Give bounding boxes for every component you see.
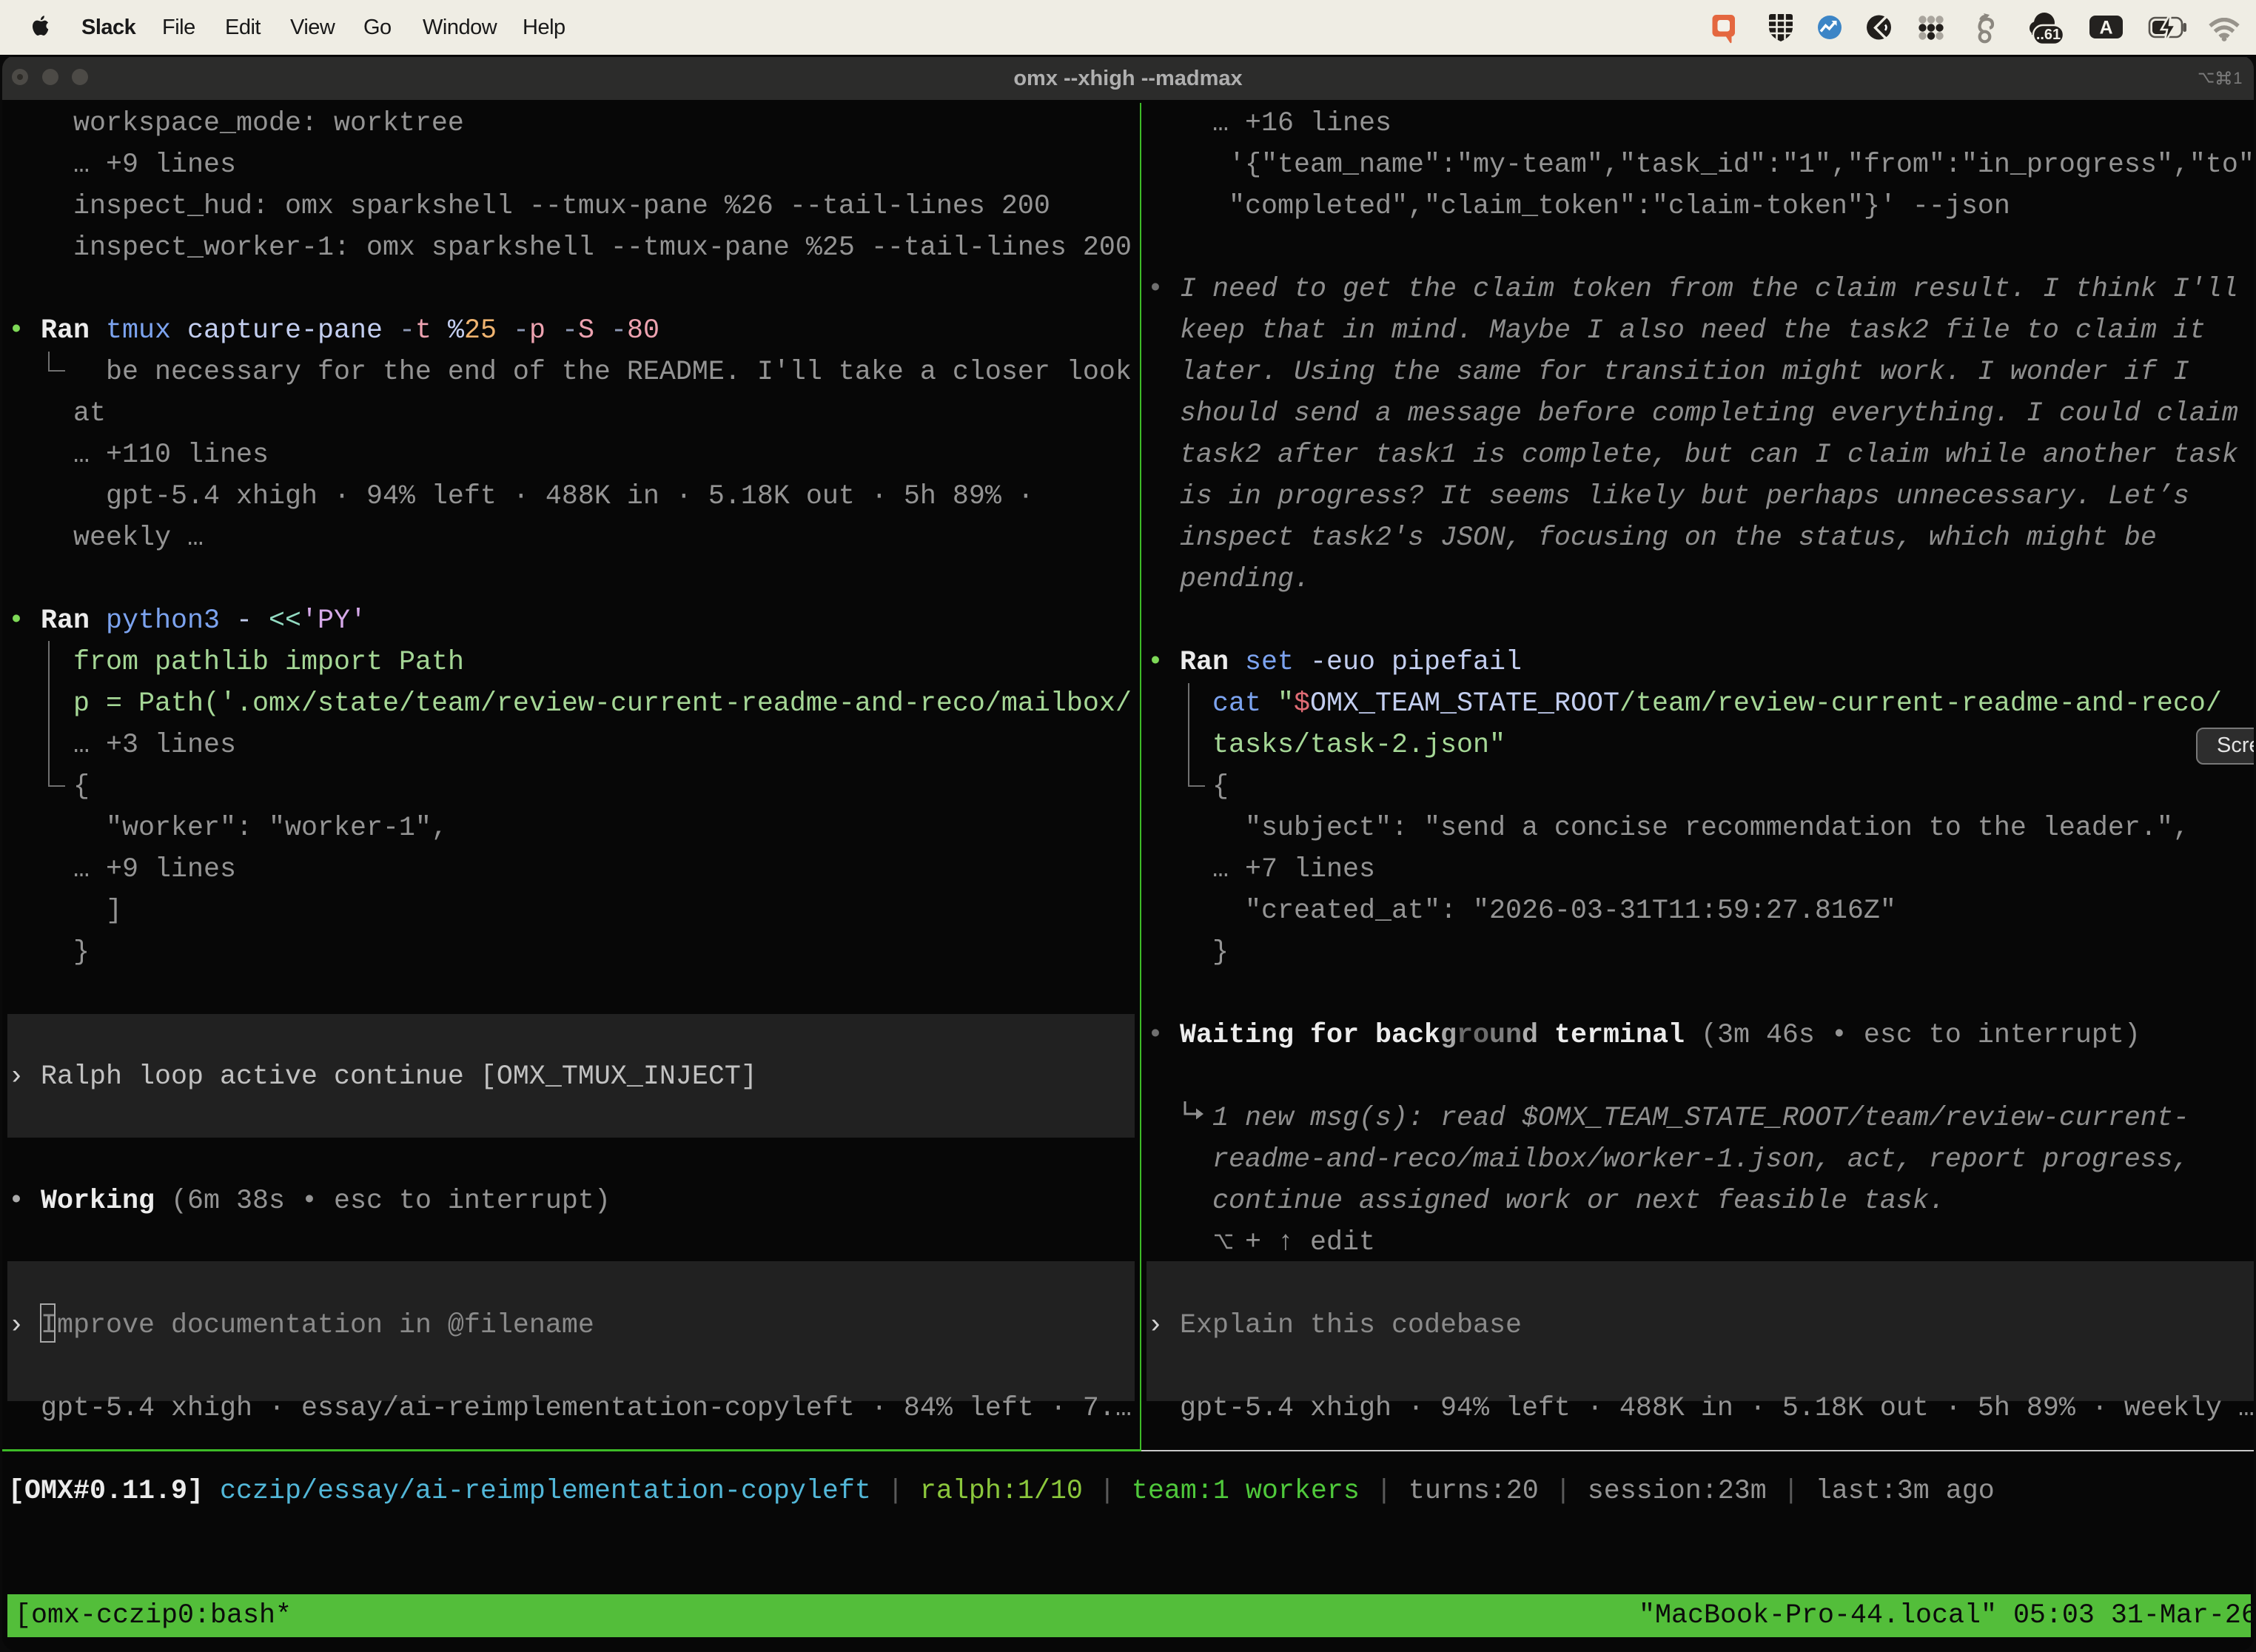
svg-text:..61: ..61 xyxy=(2036,27,2061,43)
svg-text:A: A xyxy=(2099,18,2112,38)
svg-text:1: 1 xyxy=(2233,69,2242,87)
